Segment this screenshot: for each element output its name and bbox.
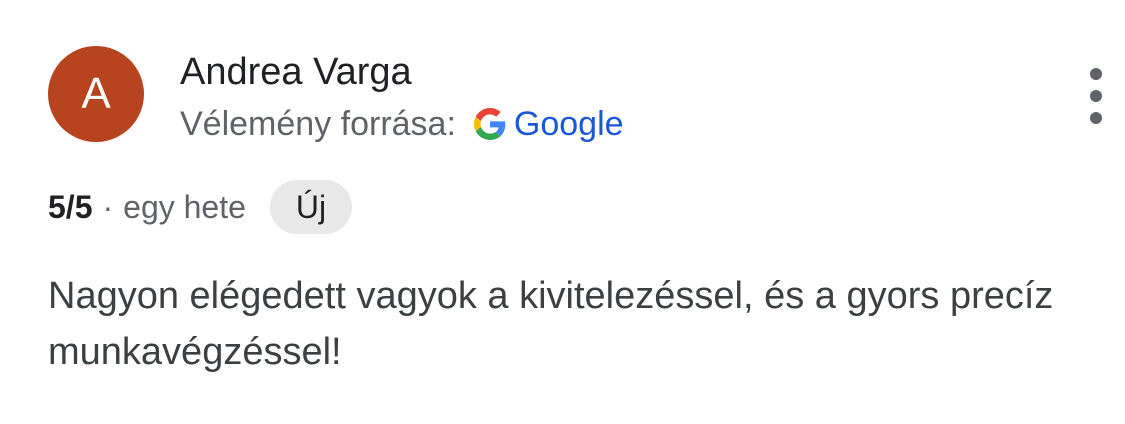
review-meta: 5/5 · egy hete Új [48,180,353,234]
more-vert-icon-dot [1090,90,1102,102]
more-vert-icon-dot [1090,112,1102,124]
review-time: egy hete [123,188,246,225]
source-label: Vélemény forrása: [180,104,456,143]
rating: 5/5 [48,188,93,225]
review-text: Nagyon elégedett vagyok a kivitelezéssel… [48,275,1054,373]
new-badge: Új [269,180,353,234]
source-google-link[interactable]: Google [514,105,624,144]
avatar[interactable]: A [48,46,144,142]
review-source: Vélemény forrása: Google [180,104,624,144]
avatar-initial: A [81,69,111,118]
more-options-button[interactable] [1078,68,1114,124]
more-vert-icon [1090,68,1102,80]
google-g-icon [473,108,506,140]
meta-separator: · [102,188,114,225]
author-name[interactable]: Andrea Varga [180,50,412,94]
